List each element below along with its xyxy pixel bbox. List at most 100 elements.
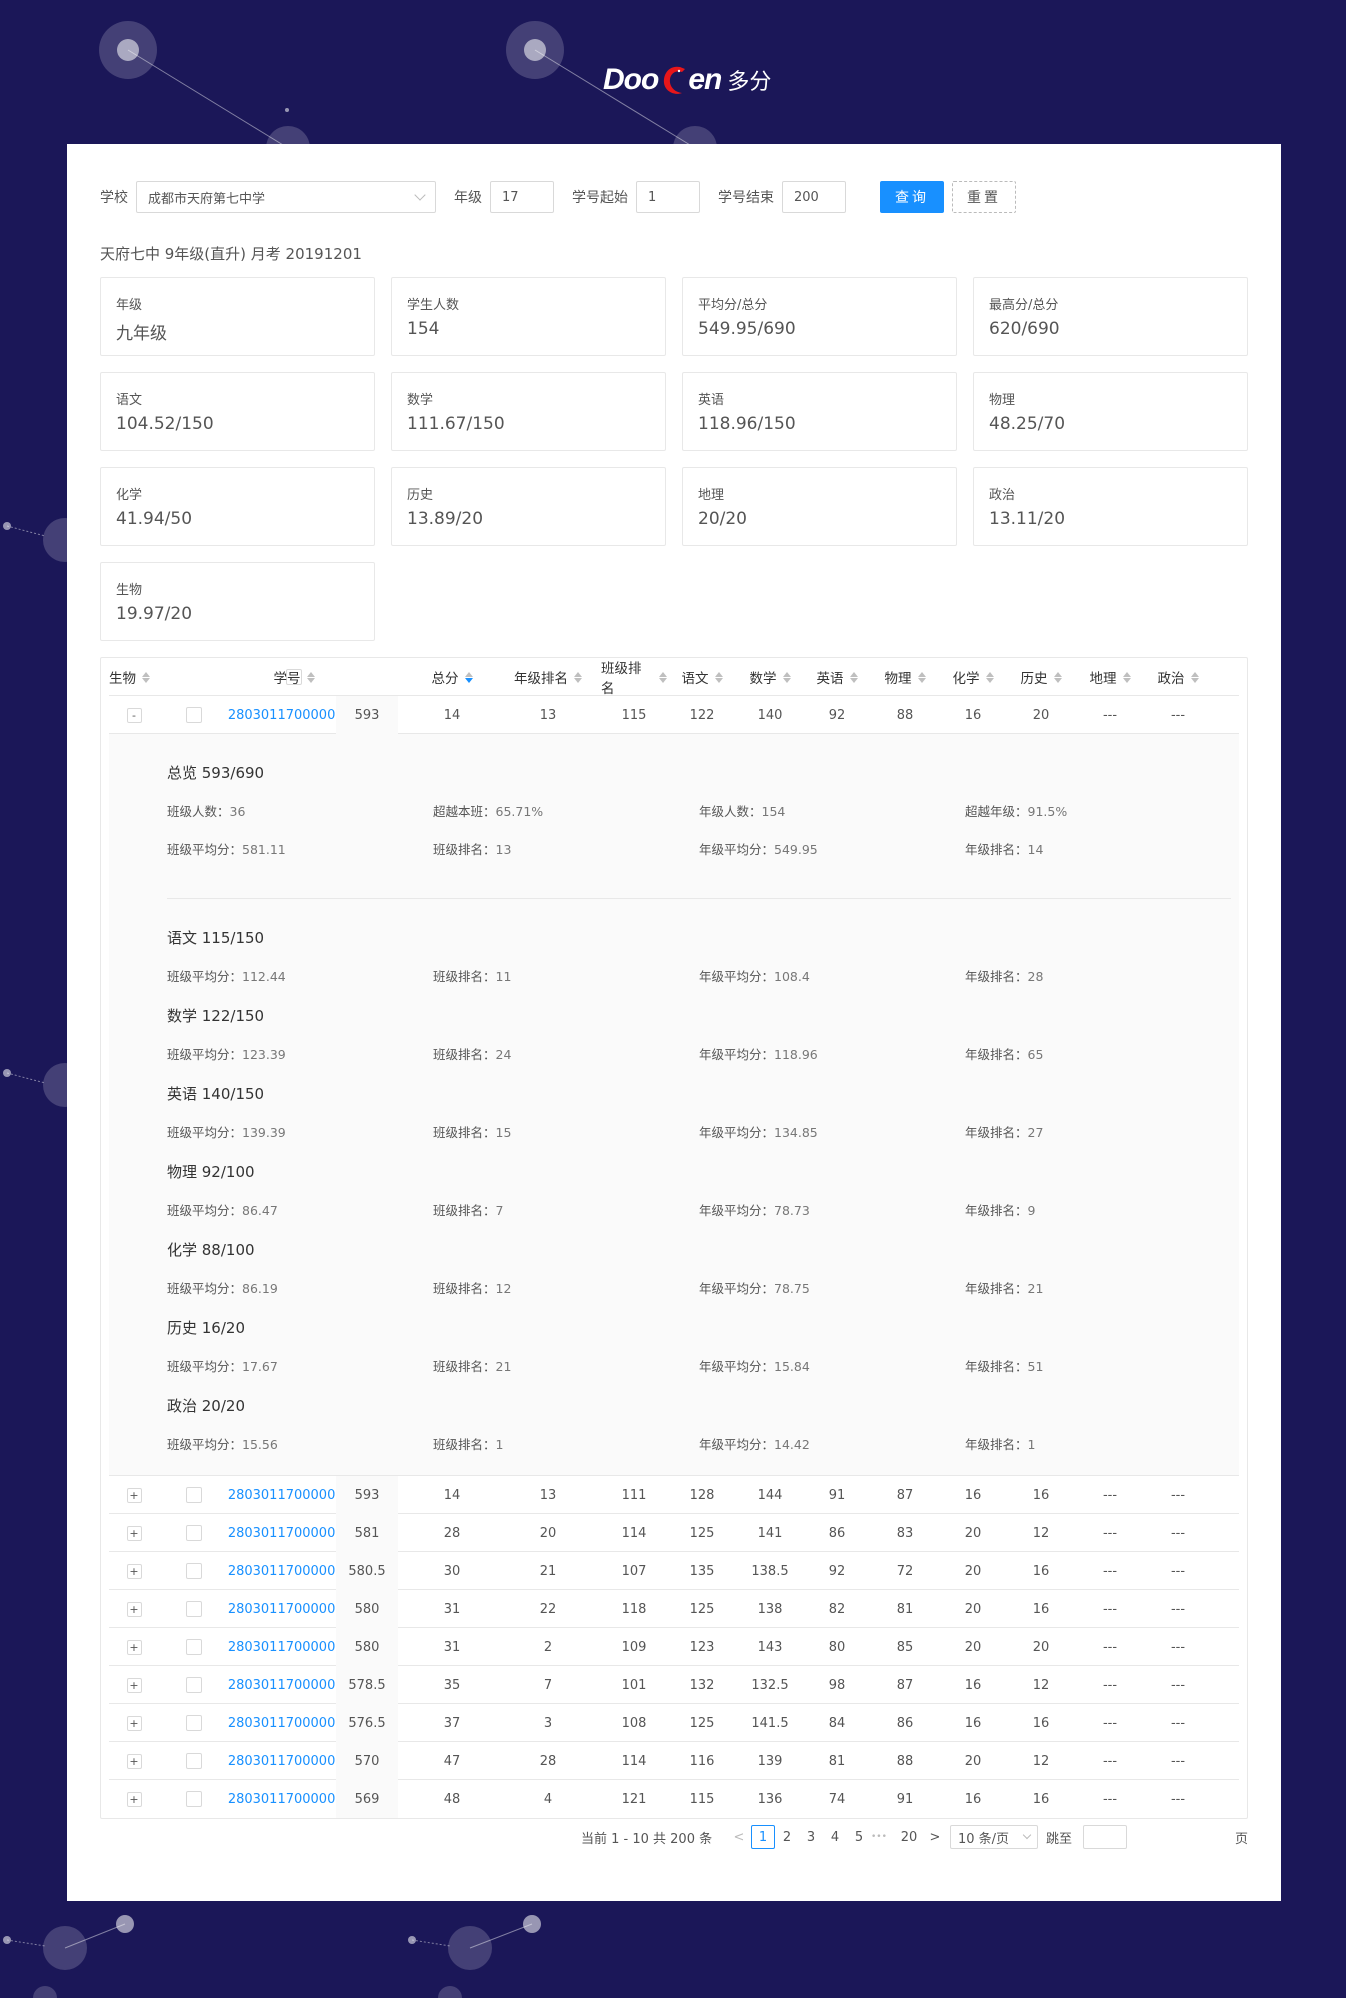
jump-page-input[interactable] [1083, 1825, 1127, 1849]
page-3-button[interactable]: 3 [799, 1825, 823, 1849]
sort-up-icon [659, 671, 667, 677]
subject-stat: 年级平均分：15.84 [699, 1356, 810, 1375]
page-4-button[interactable]: 4 [823, 1825, 847, 1849]
sort-down-icon [917, 677, 926, 683]
subject-stat: 班级平均分：86.19 [167, 1278, 278, 1297]
sort-icon[interactable] [1190, 671, 1199, 683]
stat-val: 118.96 [774, 1047, 818, 1062]
stat-val: 139.39 [242, 1125, 286, 1140]
grade-input[interactable]: 17 [490, 181, 554, 213]
sort-icon[interactable] [714, 671, 723, 683]
brand-logo: Doo en 多分 [603, 55, 771, 105]
sort-icon[interactable] [1122, 671, 1131, 683]
column-header[interactable]: 年级排名 [500, 658, 596, 696]
column-header[interactable]: 语文 [669, 658, 735, 696]
score-cell-chinese: 114 [621, 1525, 647, 1541]
column-header[interactable]: 物理 [872, 658, 938, 696]
prev-page-button[interactable]: < [729, 1825, 749, 1849]
page-20-button[interactable]: 20 [897, 1825, 921, 1849]
sort-icon[interactable] [659, 671, 667, 683]
column-header[interactable]: 政治 [1145, 658, 1211, 696]
column-header[interactable]: 数学 [737, 658, 803, 696]
column-header[interactable]: 学号 [219, 658, 369, 696]
sort-icon[interactable] [1053, 671, 1062, 683]
expand-icon[interactable]: + [126, 1563, 142, 1579]
score-cell-politics: --- [1102, 1791, 1118, 1807]
column-header[interactable]: 化学 [940, 658, 1006, 696]
sort-icon[interactable] [917, 671, 926, 683]
expand-icon[interactable]: + [126, 1639, 142, 1655]
column-header[interactable]: 地理 [1077, 658, 1143, 696]
stat-key: 年级平均分： [699, 969, 775, 984]
row-checkbox[interactable] [186, 1677, 202, 1693]
score-cell-politics: --- [1102, 707, 1118, 723]
table-row: +2803011700000026 569 48 4 121 115 136 74 91 16 16… [109, 1780, 1239, 1818]
column-header-label: 英语 [816, 671, 844, 687]
expand-icon[interactable]: + [126, 1525, 142, 1541]
row-checkbox[interactable] [186, 1791, 202, 1807]
next-page-button[interactable]: > [925, 1825, 945, 1849]
collapse-icon[interactable]: - [126, 707, 142, 723]
reset-button[interactable]: 重置 [952, 181, 1016, 213]
column-header[interactable]: 历史 [1008, 658, 1074, 696]
page-1-button[interactable]: 1 [751, 1825, 775, 1849]
id-end-input[interactable]: 200 [782, 181, 846, 213]
expand-icon[interactable]: + [126, 1677, 142, 1693]
sort-icon[interactable] [782, 671, 791, 683]
sort-up-icon [574, 671, 582, 677]
score-cell-math: 122 [689, 707, 715, 723]
column-header[interactable]: 总分 [404, 658, 500, 696]
sort-icon[interactable] [985, 671, 994, 683]
expand-icon[interactable]: + [126, 1791, 142, 1807]
checkbox-cell [179, 1590, 209, 1628]
row-checkbox[interactable] [186, 1563, 202, 1579]
pagination-ellipsis[interactable]: ••• [871, 1825, 887, 1849]
school-select[interactable]: 成都市天府第七中学 [136, 181, 436, 213]
page-2-button[interactable]: 2 [775, 1825, 799, 1849]
stat-key: 年级平均分： [699, 1281, 775, 1296]
expand-icon[interactable]: + [126, 1601, 142, 1617]
sort-icon[interactable] [306, 671, 315, 683]
score-cell-grade-rank: 31 [443, 1639, 461, 1655]
sort-up-icon [782, 671, 791, 677]
row-checkbox[interactable] [186, 707, 202, 723]
column-header[interactable]: 生物 [109, 658, 150, 696]
score-cell-total: 569 [336, 1780, 398, 1818]
sort-down-icon [782, 677, 791, 683]
subject-stat: 年级排名：28 [965, 966, 1043, 985]
score-cell-total: 580 [336, 1628, 398, 1666]
expand-icon[interactable]: + [126, 1487, 142, 1503]
stat-card: 历史 13.89/20 [391, 467, 666, 546]
stat-val: 36 [229, 804, 246, 819]
score-cell-history: 16 [964, 1677, 982, 1693]
stat-label: 数学 [407, 393, 434, 408]
stat-val: 14.42 [774, 1437, 810, 1452]
row-checkbox[interactable] [186, 1487, 202, 1503]
id-start-input[interactable]: 1 [636, 181, 700, 213]
page-5-button[interactable]: 5 [847, 1825, 871, 1849]
column-header-label: 生物 [109, 671, 136, 687]
row-checkbox[interactable] [186, 1601, 202, 1617]
expand-icon[interactable]: + [126, 1715, 142, 1731]
subject-stat: 班级平均分：86.47 [167, 1200, 278, 1219]
row-checkbox[interactable] [186, 1639, 202, 1655]
column-header[interactable]: 英语 [804, 658, 870, 696]
expand-icon[interactable]: + [126, 1753, 142, 1769]
sort-icon[interactable] [464, 671, 473, 683]
sort-icon[interactable] [574, 671, 582, 683]
query-button[interactable]: 查询 [880, 181, 944, 213]
row-checkbox[interactable] [186, 1715, 202, 1731]
score-cell-chinese: 109 [621, 1639, 647, 1655]
subject-stat: 班级平均分：139.39 [167, 1122, 286, 1141]
stat-val: 86.47 [242, 1203, 278, 1218]
row-checkbox[interactable] [186, 1753, 202, 1769]
column-header[interactable]: 班级排名 [601, 658, 667, 697]
row-checkbox[interactable] [186, 1525, 202, 1541]
page-size-select[interactable]: 10 条/页 [950, 1825, 1038, 1849]
table-body: +2803011700000094 593 14 13 111 128 144 91 87 16 1… [101, 1476, 1247, 1818]
stat-key: 班级排名： [433, 1203, 496, 1218]
sort-icon[interactable] [142, 671, 150, 683]
stat-val: 1 [495, 1437, 504, 1452]
pagination-summary: 当前 1 - 10 共 200 条 [581, 1831, 713, 1847]
sort-icon[interactable] [849, 671, 858, 683]
